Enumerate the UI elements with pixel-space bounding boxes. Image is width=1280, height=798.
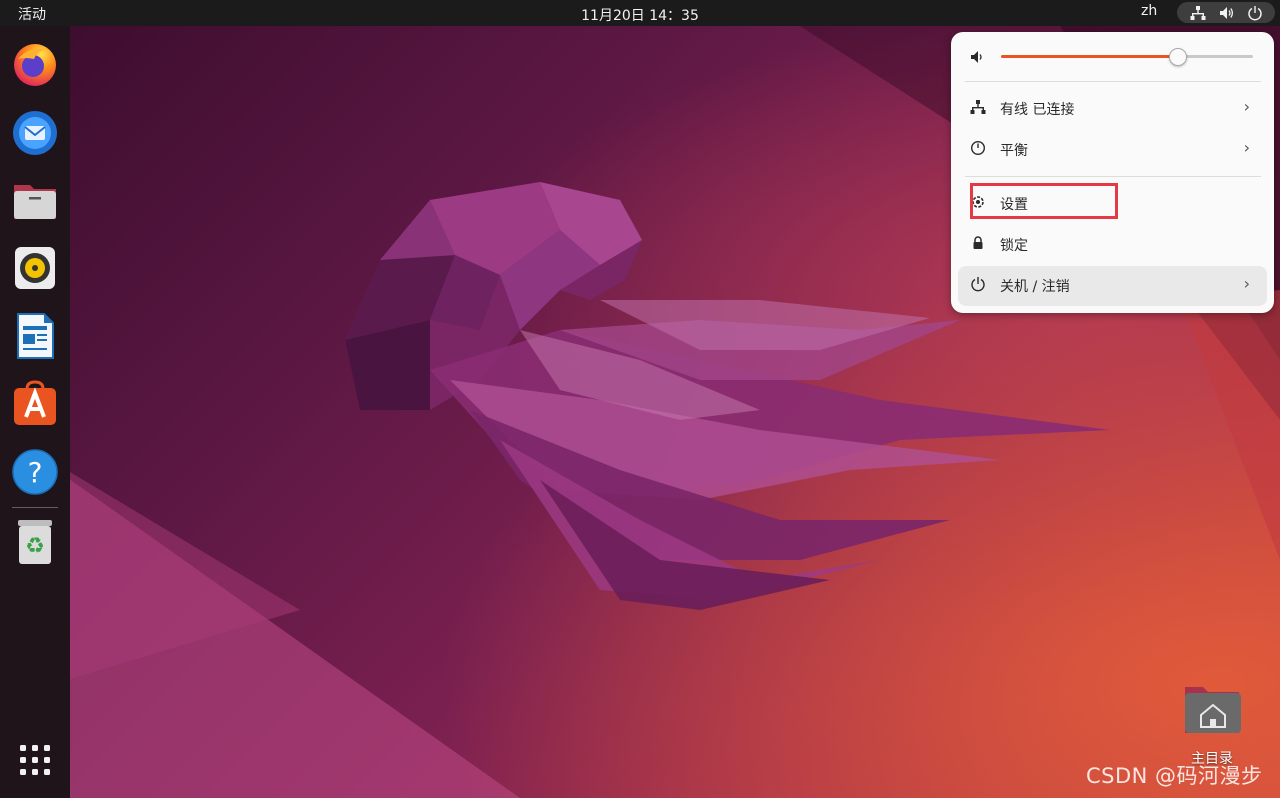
firefox-icon[interactable] [10, 39, 60, 89]
volume-icon [1220, 7, 1234, 19]
menu-item-wired-network[interactable]: 有线 已连接 › [958, 89, 1267, 129]
activities-button[interactable]: 活动 [18, 4, 46, 24]
libreoffice-writer-icon[interactable] [10, 311, 60, 361]
system-menu-popup: 有线 已连接 › 平衡 › 设置 锁定 关机 / 注销 › [951, 32, 1274, 313]
svg-text:♻: ♻ [25, 534, 45, 559]
dock-separator [12, 507, 58, 508]
app-grid-icon[interactable] [10, 735, 60, 785]
power-icon [971, 277, 985, 292]
help-icon[interactable]: ? [10, 447, 60, 497]
menu-separator [965, 176, 1261, 177]
volume-slider[interactable] [1001, 48, 1253, 66]
menu-item-label: 关机 / 注销 [1000, 279, 1070, 295]
svg-text:?: ? [28, 456, 43, 489]
date-time-clock[interactable]: 11月20日 14：35 [581, 8, 699, 24]
menu-item-label: 平衡 [1000, 143, 1028, 159]
rhythmbox-icon[interactable] [10, 243, 60, 293]
trash-icon[interactable]: ♻ [10, 517, 60, 567]
menu-item-power-mode[interactable]: 平衡 › [958, 130, 1267, 170]
top-bar: 活动 11月20日 14：35 zh [0, 0, 1280, 26]
chevron-right-icon: › [1243, 97, 1250, 116]
network-wired-icon [970, 100, 986, 114]
system-status-area[interactable] [1177, 2, 1275, 23]
thunderbird-icon[interactable] [10, 107, 60, 157]
volume-icon [971, 51, 982, 63]
lock-icon [973, 236, 983, 249]
watermark-text: CSDN @码河漫步 [1086, 764, 1263, 788]
menu-item-label: 锁定 [1000, 238, 1028, 254]
volume-slider-knob[interactable] [1169, 48, 1188, 66]
network-wired-icon [1190, 6, 1206, 20]
annotation-highlight-box [970, 183, 1118, 219]
home-folder-icon[interactable] [1183, 683, 1241, 735]
clock-container: 11月20日 14：35 [0, 5, 1280, 25]
input-language-indicator[interactable]: zh [1141, 3, 1157, 19]
dock: ? ♻ [0, 26, 70, 798]
chevron-right-icon: › [1243, 274, 1250, 293]
power-profile-icon [970, 140, 986, 156]
chevron-right-icon: › [1243, 138, 1250, 157]
menu-item-label: 有线 已连接 [1000, 102, 1075, 118]
files-icon[interactable] [10, 175, 60, 225]
power-icon [1248, 6, 1262, 21]
menu-item-power-off-logout[interactable]: 关机 / 注销 › [958, 266, 1267, 306]
menu-item-lock[interactable]: 锁定 [958, 225, 1267, 265]
menu-separator [965, 81, 1261, 82]
volume-slider-fill [1001, 55, 1178, 58]
app-center-icon[interactable] [10, 379, 60, 429]
